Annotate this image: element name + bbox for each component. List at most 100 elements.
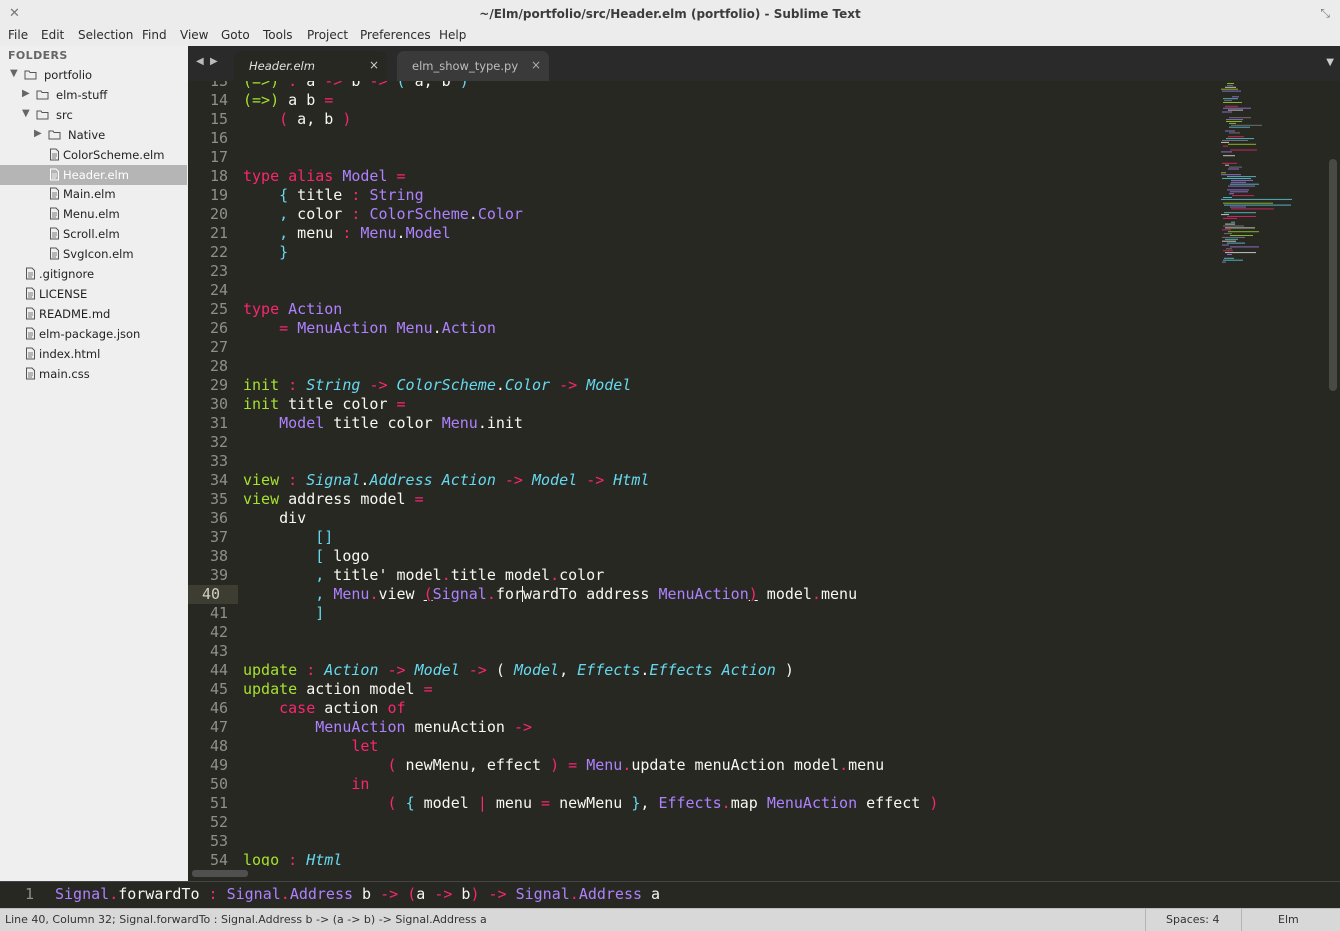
code-token: a bbox=[416, 885, 435, 903]
tree-item-label: ColorScheme.elm bbox=[63, 147, 165, 162]
file-item[interactable]: LICENSE bbox=[0, 284, 187, 304]
menu-project[interactable]: Project bbox=[307, 28, 348, 42]
file-item[interactable]: .gitignore bbox=[0, 264, 187, 284]
code-token: Signal bbox=[515, 885, 570, 903]
code-token: [ bbox=[315, 547, 325, 565]
disclosure-open-icon[interactable]: ▼ bbox=[10, 68, 18, 79]
folder-item[interactable]: ▼ src bbox=[0, 105, 187, 125]
file-icon bbox=[50, 187, 59, 200]
code-token: logo bbox=[243, 851, 280, 866]
menu-selection[interactable]: Selection bbox=[78, 28, 133, 42]
tab-dropdown-icon[interactable]: ▼ bbox=[1326, 57, 1334, 68]
file-item[interactable]: Main.elm bbox=[0, 184, 187, 204]
file-icon bbox=[26, 287, 35, 300]
tab-next-icon[interactable]: ▶ bbox=[210, 56, 218, 67]
code-token: -> bbox=[369, 81, 388, 90]
folder-item[interactable]: ▼ portfolio bbox=[0, 65, 187, 85]
line-number: 14 bbox=[209, 91, 228, 109]
file-item[interactable]: elm-package.json bbox=[0, 324, 187, 344]
file-item[interactable]: Scroll.elm bbox=[0, 224, 187, 244]
restore-window-icon[interactable]: ⤡ bbox=[1320, 6, 1330, 21]
file-item[interactable]: Menu.elm bbox=[0, 204, 187, 224]
code-token: -> bbox=[324, 81, 343, 90]
horizontal-scrollbar[interactable] bbox=[188, 866, 1340, 881]
code-token: } bbox=[279, 243, 289, 261]
code-token: for bbox=[495, 585, 523, 603]
menu-tools[interactable]: Tools bbox=[263, 28, 293, 42]
tab-header-elm[interactable]: Header.elm × bbox=[234, 51, 387, 81]
menu-help[interactable]: Help bbox=[439, 28, 466, 42]
disclosure-open-icon[interactable]: ▼ bbox=[22, 108, 30, 119]
code-token: Signal bbox=[306, 471, 361, 489]
menu-file[interactable]: File bbox=[8, 28, 28, 42]
code-token: a b bbox=[279, 91, 325, 109]
code-token: , bbox=[279, 224, 289, 242]
line-number: 38 bbox=[209, 547, 228, 565]
code-token: init bbox=[243, 376, 280, 394]
tab-prev-icon[interactable]: ◀ bbox=[196, 56, 204, 67]
menu-preferences[interactable]: Preferences bbox=[360, 28, 431, 42]
syntax-selector[interactable]: Elm bbox=[1278, 913, 1299, 926]
code-token: -> bbox=[434, 885, 453, 903]
output-panel[interactable]: 1 Signal.forwardTo : Signal.Address b ->… bbox=[0, 881, 1340, 908]
code-token: ) bbox=[342, 110, 352, 128]
file-item[interactable]: README.md bbox=[0, 304, 187, 324]
line-number: 45 bbox=[209, 680, 228, 698]
code-token: Action bbox=[441, 319, 496, 337]
folder-icon bbox=[48, 130, 61, 140]
code-token: = bbox=[396, 167, 406, 185]
line-number: 17 bbox=[209, 148, 228, 166]
menu-find[interactable]: Find bbox=[142, 28, 167, 42]
tab-close-icon[interactable]: × bbox=[531, 58, 541, 72]
file-item[interactable]: main.css bbox=[0, 364, 187, 384]
line-number: 32 bbox=[209, 433, 228, 451]
file-item[interactable]: index.html bbox=[0, 344, 187, 364]
code-line: Model title color Menu.init bbox=[243, 414, 523, 433]
tab-elm-show-type[interactable]: elm_show_type.py × bbox=[397, 51, 549, 81]
disclosure-closed-icon[interactable]: ▶ bbox=[22, 88, 30, 99]
file-item[interactable]: ColorScheme.elm bbox=[0, 145, 187, 165]
code-token: menu bbox=[486, 794, 542, 812]
code-token: .init bbox=[477, 414, 523, 432]
line-number: 13 bbox=[209, 81, 228, 90]
menu-goto[interactable]: Goto bbox=[221, 28, 250, 42]
line-number: 37 bbox=[209, 528, 228, 546]
menu-view[interactable]: View bbox=[180, 28, 208, 42]
code-token: ) bbox=[929, 794, 939, 812]
code-token: [] bbox=[315, 528, 334, 546]
folder-item[interactable]: ▶ Native bbox=[0, 125, 187, 145]
file-item[interactable]: Header.elm bbox=[0, 164, 187, 185]
code-token: Address bbox=[369, 471, 433, 489]
file-icon bbox=[50, 247, 59, 260]
line-number: 25 bbox=[209, 300, 228, 318]
minimap[interactable] bbox=[1220, 81, 1324, 271]
horizontal-scroll-thumb[interactable] bbox=[192, 870, 248, 877]
code-token: update bbox=[243, 680, 298, 698]
code-token: b bbox=[353, 885, 381, 903]
code-token: a, b bbox=[288, 110, 343, 128]
menu-edit[interactable]: Edit bbox=[41, 28, 64, 42]
tab-close-icon[interactable]: × bbox=[369, 58, 379, 72]
tree-item-label: .gitignore bbox=[39, 267, 95, 281]
folder-item[interactable]: ▶ elm-stuff bbox=[0, 85, 187, 105]
indentation-setting[interactable]: Spaces: 4 bbox=[1166, 913, 1219, 926]
file-icon bbox=[26, 367, 35, 379]
vertical-scrollbar[interactable] bbox=[1329, 159, 1337, 391]
code-editor[interactable]: 13 (=>) : a -> b -> ( a, b ) 14 (=>) a b = 1… bbox=[188, 81, 1340, 866]
code-token: : bbox=[306, 661, 316, 679]
code-token: a bbox=[642, 885, 661, 903]
disclosure-closed-icon[interactable]: ▶ bbox=[34, 128, 42, 139]
file-item[interactable]: SvgIcon.elm bbox=[0, 244, 187, 264]
